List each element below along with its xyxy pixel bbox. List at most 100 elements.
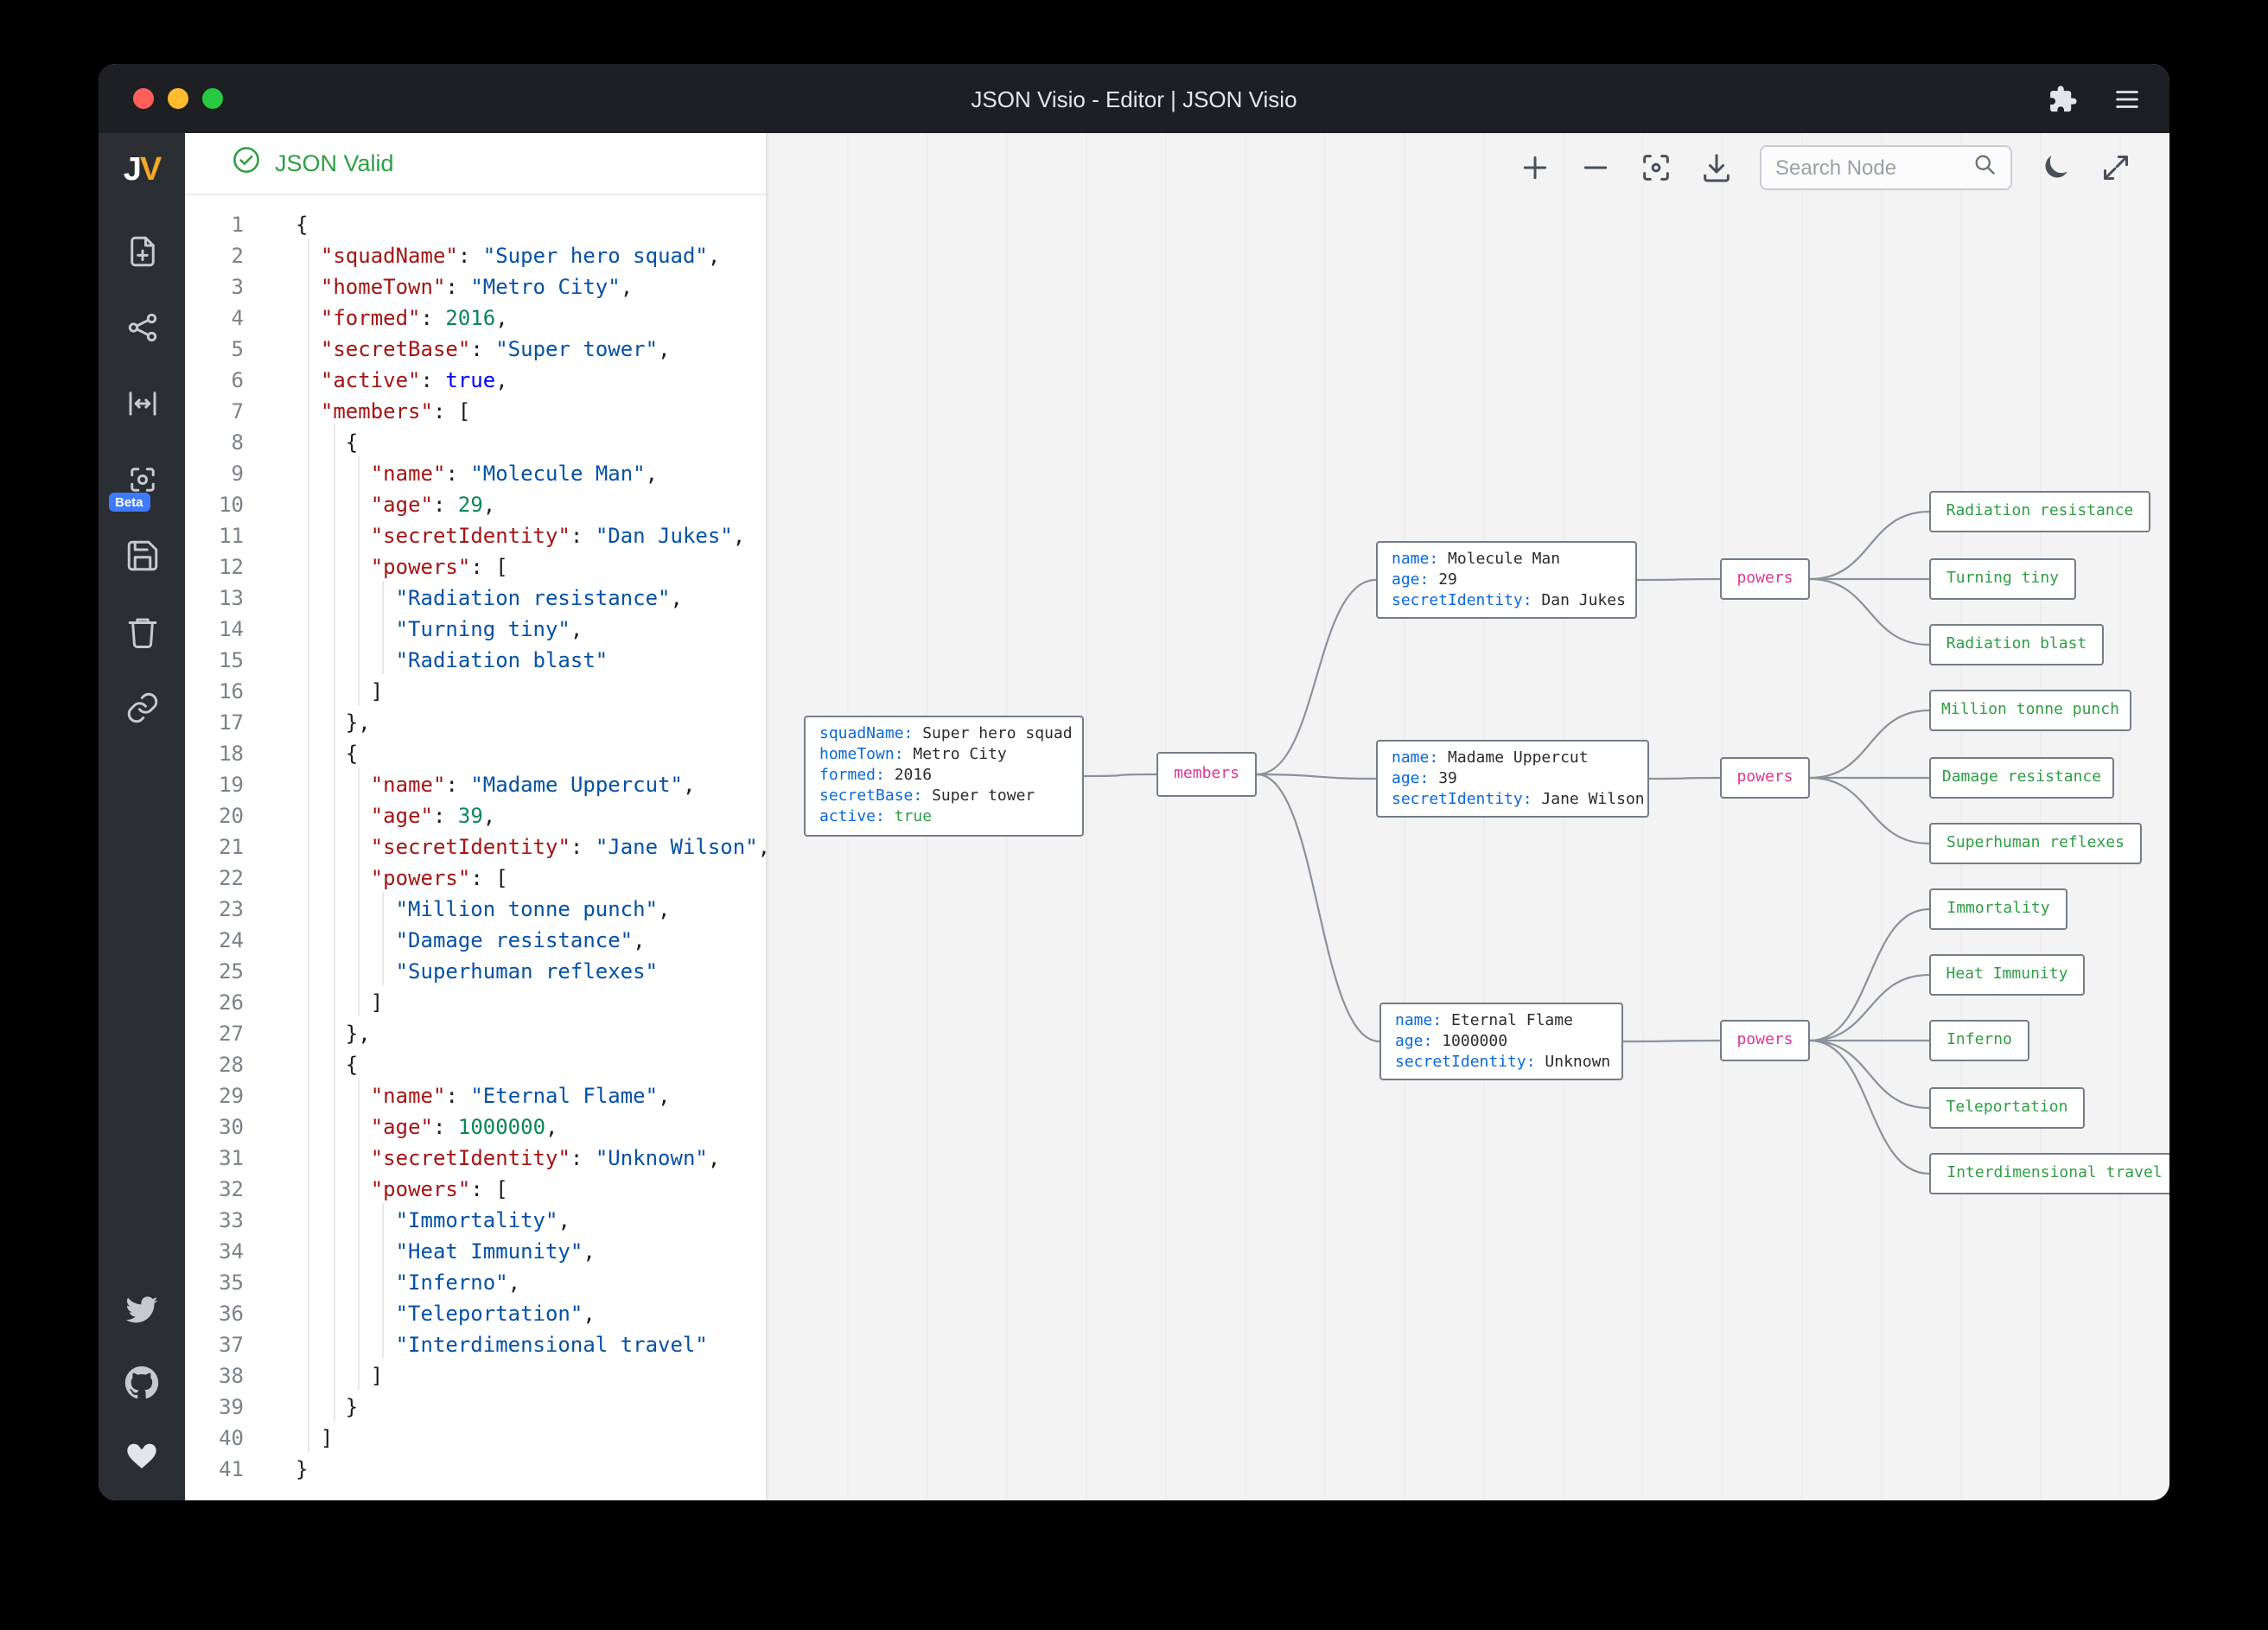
title-bar[interactable]: JSON Visio - Editor | JSON Visio [99,64,2169,133]
token [296,804,371,828]
token: } [296,1395,358,1419]
graph-edge [1810,710,1929,778]
node-value: 1000000 [1442,1033,1507,1050]
token: "Jane Wilson" [596,835,758,859]
dark-mode-moon-icon[interactable] [2038,150,2073,185]
token: ] [296,1364,383,1388]
graph-leaf-node[interactable]: Million tonne punch [1929,690,2131,731]
json-editor-panel[interactable]: JSON Valid 1{2 "squadName": "Super hero … [185,133,768,1500]
zoom-in-icon[interactable] [1518,150,1552,185]
graph-leaf-node[interactable]: Immortality [1929,888,2067,930]
canvas-toolbar [1518,145,2133,190]
graph-array-node[interactable]: powers [1720,558,1810,600]
node-key: active: [819,809,895,826]
download-icon[interactable] [1699,150,1734,185]
token: "Molecule Man" [470,462,645,486]
node-key: age: [1392,770,1438,787]
graph-leaf-node[interactable]: Radiation resistance [1929,491,2150,532]
token [296,586,396,610]
twitter-icon[interactable] [124,1293,160,1329]
graph-object-node[interactable]: name: Molecule Manage: 29secretIdentity:… [1376,541,1637,619]
code-text: "age": 1000000, [296,1111,558,1143]
token [296,617,396,641]
graph-array-node[interactable]: powers [1720,757,1810,799]
graph-leaf-node[interactable]: Teleportation [1929,1087,2085,1129]
graph-array-node[interactable]: members [1156,752,1257,797]
delete-icon[interactable] [124,614,160,650]
code-line: 17 }, [185,707,766,738]
code-text: "secretBase": "Super tower", [296,334,671,365]
graph-canvas[interactable]: squadName: Super hero squadhomeTown: Met… [768,133,2169,1500]
token: "Eternal Flame" [470,1084,658,1108]
token [296,1270,396,1295]
token: "age" [371,1115,433,1139]
node-key: name: [1392,551,1448,568]
code-text: "secretIdentity": "Jane Wilson", [296,831,768,863]
token: : [570,1146,596,1170]
node-label: Superhuman reflexes [1946,835,2125,852]
code-text: "members": [ [296,396,470,427]
graph-object-node[interactable]: name: Madame Uppercutage: 39secretIdenti… [1376,740,1649,818]
code-lines[interactable]: 1{2 "squadName": "Super hero squad",3 "h… [185,195,766,1500]
code-text: "name": "Eternal Flame", [296,1080,671,1111]
token: : [445,462,470,486]
node-key: age: [1392,571,1438,589]
token: , [733,524,745,548]
token: : [433,804,458,828]
token [296,337,321,361]
code-text: }, [296,1018,371,1049]
token: "Teleportation" [396,1302,583,1326]
token: : [ [433,399,470,423]
code-text: "secretIdentity": "Dan Jukes", [296,520,745,551]
code-line: 41} [185,1454,766,1485]
sidebar: JV Beta [99,133,185,1500]
menu-icon[interactable] [2112,84,2142,113]
node-row: secretIdentity: Unknown [1395,1052,1608,1073]
graph-leaf-node[interactable]: Heat Immunity [1929,954,2085,996]
minimize-button[interactable] [168,88,188,109]
close-button[interactable] [133,88,154,109]
token: { [296,430,358,455]
github-icon[interactable] [124,1366,160,1402]
zoom-button[interactable] [202,88,223,109]
save-icon[interactable] [124,538,160,574]
token: "Million tonne punch" [396,897,658,921]
focus-mode-icon[interactable]: Beta [124,462,160,498]
fullscreen-icon[interactable] [2099,150,2133,185]
token [296,1208,396,1232]
graph-leaf-node[interactable]: Damage resistance [1929,757,2114,799]
line-number: 38 [185,1360,244,1391]
node-label: powers [1736,570,1793,588]
graph-layout-icon[interactable] [124,309,160,346]
main-area: JV Beta [99,133,2169,1500]
extensions-puzzle-icon[interactable] [2048,84,2078,113]
graph-object-node[interactable]: name: Eternal Flameage: 1000000secretIde… [1379,1003,1623,1080]
token: "secretIdentity" [371,835,570,859]
code-line: 27 }, [185,1018,766,1049]
graph-object-node[interactable]: squadName: Super hero squadhomeTown: Met… [804,716,1084,837]
fit-width-icon[interactable] [124,385,160,422]
graph-leaf-node[interactable]: Radiation blast [1929,624,2104,665]
center-focus-icon[interactable] [1639,150,1673,185]
token: { [296,742,358,766]
graph-edge [1810,975,1929,1041]
graph-leaf-node[interactable]: Inferno [1929,1020,2029,1061]
search-icon[interactable] [1972,151,1997,184]
code-text: "Interdimensional travel" [296,1329,708,1360]
graph-leaf-node[interactable]: Superhuman reflexes [1929,823,2142,864]
screen: JSON Visio - Editor | JSON Visio JV [0,0,2268,1630]
search-node-input[interactable] [1775,156,1962,180]
token: , [683,773,695,797]
token [296,1239,396,1264]
token: }, [296,710,371,735]
new-document-icon[interactable] [124,233,160,270]
share-link-icon[interactable] [124,690,160,726]
code-line: 21 "secretIdentity": "Jane Wilson", [185,831,766,863]
graph-array-node[interactable]: powers [1720,1020,1810,1061]
heart-icon[interactable] [124,1438,160,1474]
node-row: secretIdentity: Dan Jukes [1392,590,1621,611]
app-logo[interactable]: JV [124,152,161,190]
zoom-out-icon[interactable] [1578,150,1613,185]
graph-leaf-node[interactable]: Turning tiny [1929,558,2076,600]
graph-leaf-node[interactable]: Interdimensional travel [1929,1153,2169,1194]
